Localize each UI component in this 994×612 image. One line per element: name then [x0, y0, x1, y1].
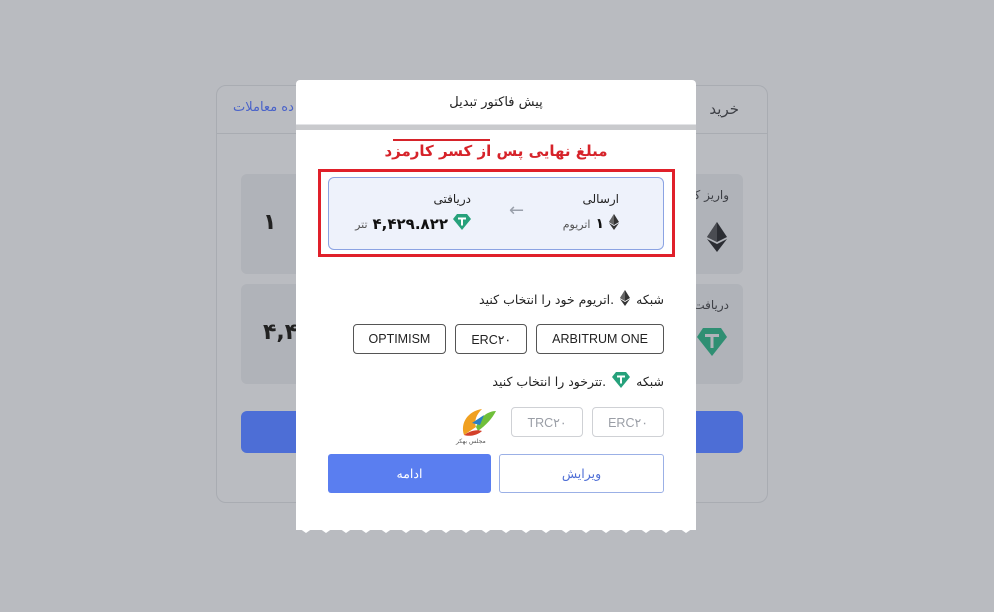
invoice-modal: پیش فاکتور تبدیل مبلغ نهایی پس از کسر کا… — [296, 80, 696, 530]
receive-amount-underline — [393, 139, 490, 141]
receive-title: دریافتی — [433, 192, 472, 206]
tether-icon — [612, 372, 631, 391]
network-option-optimism[interactable]: OPTIMISM — [352, 324, 447, 354]
receive-amount: ۴,۴۲۹.۸۲۲ — [372, 215, 448, 233]
network-option-arbitrum[interactable]: ARBITRUM ONE — [536, 324, 664, 354]
tether-icon — [453, 214, 471, 234]
swap-summary: ارسالی اتریوم ۱ ← دریافتی تتر ۴,۴۲۹.۸۲۲ — [328, 177, 664, 250]
fee-annotation: مبلغ نهایی پس از کسر کارمزد — [384, 142, 608, 160]
receive-network-options: ERC۲۰ TRC۲۰ — [511, 407, 664, 437]
bg-send-value: ۱ — [263, 210, 277, 235]
receive-network-label: تترخود را انتخاب کنید. شبکه — [492, 372, 664, 391]
send-unit: اتریوم — [562, 217, 591, 231]
ethereum-icon — [707, 222, 727, 256]
network-option-erc20[interactable]: ERC۲۰ — [455, 324, 528, 354]
send-title: ارسالی — [582, 192, 620, 206]
modal-title: پیش فاکتور تبدیل — [296, 80, 696, 125]
send-network-prefix: شبکه — [636, 292, 664, 307]
receive-unit: تتر — [355, 217, 368, 231]
send-network-label: اتریوم خود را انتخاب کنید. شبکه — [479, 290, 664, 309]
receive-network-suffix: تترخود را انتخاب کنید. — [492, 374, 607, 389]
send-amount: ۱ — [595, 216, 604, 232]
bg-history-link[interactable]: ده معاملات — [233, 100, 294, 115]
edit-button[interactable]: ویرایش — [499, 454, 664, 493]
ethereum-icon — [620, 290, 631, 309]
network-option-trc20[interactable]: TRC۲۰ — [511, 407, 583, 437]
bg-tab-buy[interactable]: خرید — [709, 100, 739, 118]
continue-button[interactable]: ادامه — [328, 454, 491, 493]
network-option-erc20-receive[interactable]: ERC۲۰ — [592, 407, 664, 437]
tether-icon — [697, 328, 727, 360]
send-network-options: ARBITRUM ONE ERC۲۰ OPTIMISM — [352, 324, 664, 354]
arrow-left-icon: ← — [509, 200, 525, 221]
send-column: ارسالی اتریوم ۱ — [563, 192, 619, 234]
watermark-logo-text: مجلس بهکر — [456, 438, 486, 445]
send-network-suffix: اتریوم خود را انتخاب کنید. — [479, 292, 615, 307]
receipt-torn-edge — [296, 520, 696, 533]
receive-column: دریافتی تتر ۴,۴۲۹.۸۲۲ — [355, 192, 471, 234]
modal-header-shadow — [296, 125, 696, 130]
ethereum-icon — [609, 214, 619, 234]
receive-network-prefix: شبکه — [636, 374, 664, 389]
bg-receive-label: دریافت — [693, 298, 729, 312]
